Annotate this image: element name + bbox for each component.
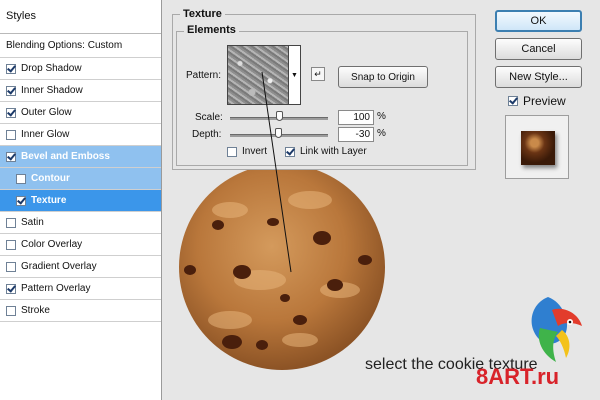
parrot-logo-icon xyxy=(531,297,582,362)
pointer-line-overlay xyxy=(261,71,292,273)
site-logo-text: 8ART.ru xyxy=(476,364,560,389)
pointer-line xyxy=(261,71,292,273)
